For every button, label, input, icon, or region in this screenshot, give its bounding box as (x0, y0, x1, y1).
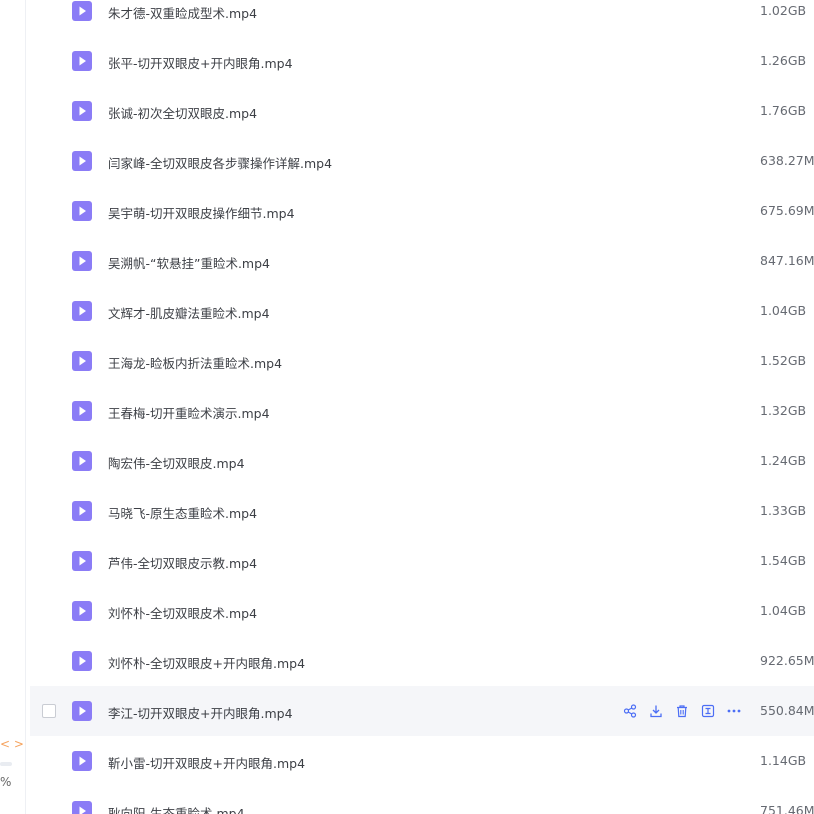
file-name[interactable]: 文辉才-肌皮瓣法重睑术.mp4 (108, 303, 270, 322)
file-name[interactable]: 陶宏伟-全切双眼皮.mp4 (108, 453, 245, 472)
sidebar-edge: < > % (0, 0, 26, 814)
file-size: 1.33GB (760, 503, 807, 518)
file-size: 550.84MB (760, 703, 814, 718)
file-row[interactable]: 芦伟-全切双眼皮示教.mp4 1.54GB (30, 536, 814, 586)
video-file-icon (72, 51, 92, 71)
file-row[interactable]: 刘怀朴-全切双眼皮术.mp4 1.04GB (30, 586, 814, 636)
video-file-icon (72, 451, 92, 471)
file-row[interactable]: 吴宇萌-切开双眼皮操作细节.mp4 675.69MB (30, 186, 814, 236)
video-file-icon (72, 651, 92, 671)
video-file-icon (72, 101, 92, 121)
file-name[interactable]: 朱才德-双重睑成型术.mp4 (108, 3, 257, 22)
more-icon[interactable] (726, 703, 742, 719)
video-file-icon (72, 701, 92, 721)
video-file-icon (72, 551, 92, 571)
video-file-icon (72, 501, 92, 521)
file-size: 1.04GB (760, 303, 807, 318)
video-file-icon (72, 351, 92, 371)
file-row[interactable]: 马晓飞-原生态重睑术.mp4 1.33GB (30, 486, 814, 536)
file-name[interactable]: 刘怀朴-全切双眼皮术.mp4 (108, 603, 257, 622)
file-name[interactable]: 刘怀朴-全切双眼皮+开内眼角.mp4 (108, 653, 305, 672)
file-list: 朱才德-双重睑成型术.mp4 1.02GB 张平-切开双眼皮+开内眼角.mp4 1.2… (30, 0, 814, 814)
sidebar-fragment-percent: % (0, 775, 12, 789)
file-size: 1.76GB (760, 103, 807, 118)
video-file-icon (72, 1, 92, 21)
file-size: 1.04GB (760, 603, 807, 618)
video-file-icon (72, 151, 92, 171)
file-name[interactable]: 王春梅-切开重睑术演示.mp4 (108, 403, 270, 422)
file-row[interactable]: 文辉才-肌皮瓣法重睑术.mp4 1.04GB (30, 286, 814, 336)
video-file-icon (72, 201, 92, 221)
file-size: 638.27MB (760, 153, 814, 168)
file-name[interactable]: 李江-切开双眼皮+开内眼角.mp4 (108, 703, 293, 722)
row-checkbox[interactable] (42, 704, 56, 718)
storage-progress-bar (0, 762, 12, 766)
file-name[interactable]: 张平-切开双眼皮+开内眼角.mp4 (108, 53, 293, 72)
video-file-icon (72, 251, 92, 271)
file-size: 1.32GB (760, 403, 807, 418)
move-icon[interactable] (700, 703, 716, 719)
file-name[interactable]: 张诚-初次全切双眼皮.mp4 (108, 103, 257, 122)
file-size: 1.54GB (760, 553, 807, 568)
file-row[interactable]: 李江-切开双眼皮+开内眼角.mp4 550.84MB (30, 686, 814, 736)
file-row[interactable]: 王春梅-切开重睑术演示.mp4 1.32GB (30, 386, 814, 436)
file-row[interactable]: 刘怀朴-全切双眼皮+开内眼角.mp4 922.65MB (30, 636, 814, 686)
file-size: 847.16MB (760, 253, 814, 268)
row-actions (622, 702, 742, 720)
file-name[interactable]: 吴宇萌-切开双眼皮操作细节.mp4 (108, 203, 295, 222)
file-size: 1.26GB (760, 53, 807, 68)
file-name[interactable]: 马晓飞-原生态重睑术.mp4 (108, 503, 257, 522)
video-file-icon (72, 601, 92, 621)
file-row[interactable]: 吴溯帆-“软悬挂”重睑术.mp4 847.16MB (30, 236, 814, 286)
sidebar-fragment-arrows[interactable]: < > (0, 737, 24, 751)
video-file-icon (72, 801, 92, 814)
file-size: 1.14GB (760, 753, 807, 768)
file-size: 1.24GB (760, 453, 807, 468)
file-name[interactable]: 耿向阳-生态重睑术.mp4 (108, 803, 245, 814)
file-row[interactable]: 靳小雷-切开双眼皮+开内眼角.mp4 1.14GB (30, 736, 814, 786)
file-name[interactable]: 闫家峰-全切双眼皮各步骤操作详解.mp4 (108, 153, 332, 172)
video-file-icon (72, 401, 92, 421)
video-file-icon (72, 751, 92, 771)
file-name[interactable]: 吴溯帆-“软悬挂”重睑术.mp4 (108, 253, 270, 272)
video-file-icon (72, 301, 92, 321)
file-size: 1.02GB (760, 3, 807, 18)
file-size: 1.52GB (760, 353, 807, 368)
file-name[interactable]: 王海龙-睑板内折法重睑术.mp4 (108, 353, 282, 372)
file-row[interactable]: 张诚-初次全切双眼皮.mp4 1.76GB (30, 86, 814, 136)
file-size: 675.69MB (760, 203, 814, 218)
file-row[interactable]: 朱才德-双重睑成型术.mp4 1.02GB (30, 0, 814, 36)
download-icon[interactable] (648, 703, 664, 719)
share-icon[interactable] (622, 703, 638, 719)
file-row[interactable]: 闫家峰-全切双眼皮各步骤操作详解.mp4 638.27MB (30, 136, 814, 186)
file-size: 922.65MB (760, 653, 814, 668)
file-row[interactable]: 张平-切开双眼皮+开内眼角.mp4 1.26GB (30, 36, 814, 86)
file-row[interactable]: 耿向阳-生态重睑术.mp4 751.46MB (30, 786, 814, 814)
delete-icon[interactable] (674, 703, 690, 719)
file-row[interactable]: 陶宏伟-全切双眼皮.mp4 1.24GB (30, 436, 814, 486)
file-name[interactable]: 芦伟-全切双眼皮示教.mp4 (108, 553, 257, 572)
file-size: 751.46MB (760, 803, 814, 814)
file-name[interactable]: 靳小雷-切开双眼皮+开内眼角.mp4 (108, 753, 305, 772)
file-row[interactable]: 王海龙-睑板内折法重睑术.mp4 1.52GB (30, 336, 814, 386)
